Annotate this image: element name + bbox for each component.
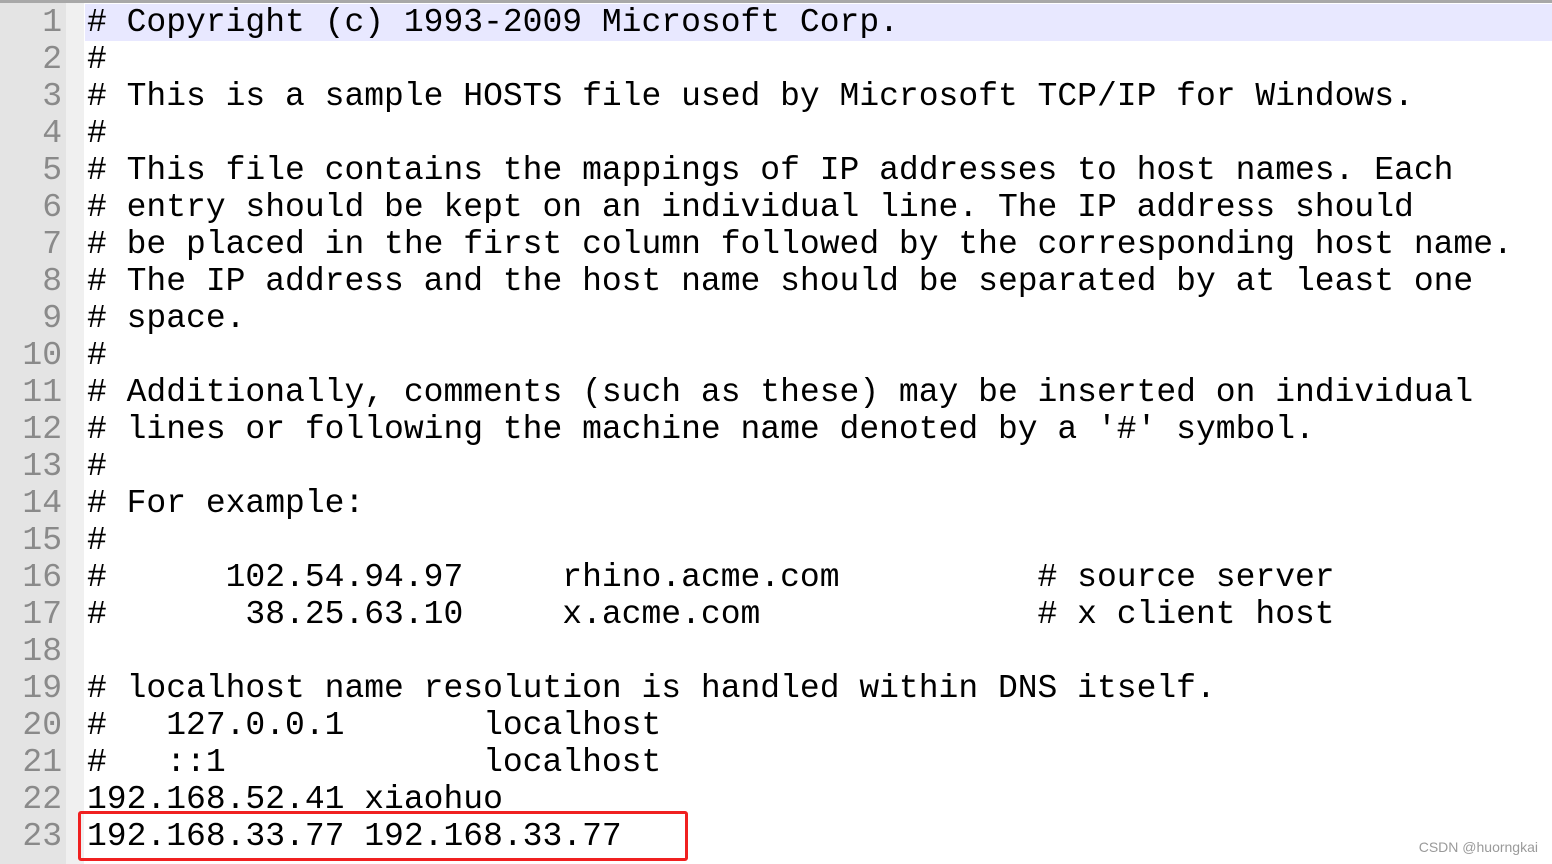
line-number: 23 [22, 818, 62, 855]
editor-line[interactable]: 20 # 127.0.0.1 localhost [0, 707, 1552, 744]
line-text[interactable]: # [85, 337, 1552, 374]
editor-line[interactable]: 17 # 38.25.63.10 x.acme.com # x client ho… [0, 596, 1552, 633]
line-number: 9 [42, 300, 62, 337]
line-number: 7 [42, 226, 62, 263]
line-text[interactable]: # The IP address and the host name shoul… [85, 263, 1552, 300]
editor-line[interactable]: 9 # space. [0, 300, 1552, 337]
window-top-border [0, 0, 1552, 3]
line-number: 21 [22, 744, 62, 781]
editor-line[interactable]: 7 # be placed in the first column followe… [0, 226, 1552, 263]
editor-line[interactable]: 8 # The IP address and the host name shou… [0, 263, 1552, 300]
line-text[interactable]: # be placed in the first column followed… [85, 226, 1552, 263]
editor-text-area[interactable]: 1 # Copyright (c) 1993-2009 Microsoft Cor… [0, 4, 1552, 855]
line-text[interactable]: # 127.0.0.1 localhost [85, 707, 1552, 744]
editor-line[interactable]: 2 # [0, 41, 1552, 78]
editor-line[interactable]: 12 # lines or following the machine name … [0, 411, 1552, 448]
line-text[interactable]: # 38.25.63.10 x.acme.com # x client host [85, 596, 1552, 633]
line-text[interactable]: # entry should be kept on an individual … [85, 189, 1552, 226]
highlight-box [78, 811, 688, 861]
line-number: 18 [22, 633, 62, 670]
line-text[interactable]: # [85, 41, 1552, 78]
line-number: 4 [42, 115, 62, 152]
line-text[interactable] [85, 633, 1552, 670]
line-number: 12 [22, 411, 62, 448]
line-text[interactable]: # This is a sample HOSTS file used by Mi… [85, 78, 1552, 115]
editor-line[interactable]: 19 # localhost name resolution is handled… [0, 670, 1552, 707]
line-number: 3 [42, 78, 62, 115]
editor-line[interactable]: 6 # entry should be kept on an individual… [0, 189, 1552, 226]
editor-line[interactable]: 16 # 102.54.94.97 rhino.acme.com # source… [0, 559, 1552, 596]
editor-line[interactable]: 21 # ::1 localhost [0, 744, 1552, 781]
editor-line[interactable]: 13 # [0, 448, 1552, 485]
editor-line[interactable]: 4 # [0, 115, 1552, 152]
editor-line[interactable]: 14 # For example: [0, 485, 1552, 522]
line-text[interactable]: # lines or following the machine name de… [85, 411, 1552, 448]
line-number: 20 [22, 707, 62, 744]
line-text[interactable]: # [85, 448, 1552, 485]
line-text[interactable]: # space. [85, 300, 1552, 337]
line-number: 10 [22, 337, 62, 374]
line-number: 15 [22, 522, 62, 559]
line-text[interactable]: # ::1 localhost [85, 744, 1552, 781]
line-number: 5 [42, 152, 62, 189]
line-number: 14 [22, 485, 62, 522]
line-number: 13 [22, 448, 62, 485]
editor-line[interactable]: 15 # [0, 522, 1552, 559]
line-number: 1 [42, 4, 62, 41]
line-number: 6 [42, 189, 62, 226]
line-number: 19 [22, 670, 62, 707]
line-text[interactable]: # [85, 522, 1552, 559]
line-text[interactable]: # [85, 115, 1552, 152]
line-text[interactable]: # Copyright (c) 1993-2009 Microsoft Corp… [85, 4, 1552, 41]
line-text[interactable]: # This file contains the mappings of IP … [85, 152, 1552, 189]
editor-line[interactable]: 3 # This is a sample HOSTS file used by M… [0, 78, 1552, 115]
line-text[interactable]: # 102.54.94.97 rhino.acme.com # source s… [85, 559, 1552, 596]
line-number: 8 [42, 263, 62, 300]
editor-line[interactable]: 10 # [0, 337, 1552, 374]
line-number: 2 [42, 41, 62, 78]
editor-line[interactable]: 18 [0, 633, 1552, 670]
line-number: 16 [22, 559, 62, 596]
line-text[interactable]: # Additionally, comments (such as these)… [85, 374, 1552, 411]
editor-line[interactable]: 1 # Copyright (c) 1993-2009 Microsoft Cor… [0, 4, 1552, 41]
line-number: 17 [22, 596, 62, 633]
line-number: 11 [22, 374, 62, 411]
line-number: 22 [22, 781, 62, 818]
editor-line[interactable]: 11 # Additionally, comments (such as thes… [0, 374, 1552, 411]
line-text[interactable]: # localhost name resolution is handled w… [85, 670, 1552, 707]
line-text[interactable]: # For example: [85, 485, 1552, 522]
editor-line[interactable]: 5 # This file contains the mappings of IP… [0, 152, 1552, 189]
watermark: CSDN @huorngkai [1418, 839, 1538, 855]
